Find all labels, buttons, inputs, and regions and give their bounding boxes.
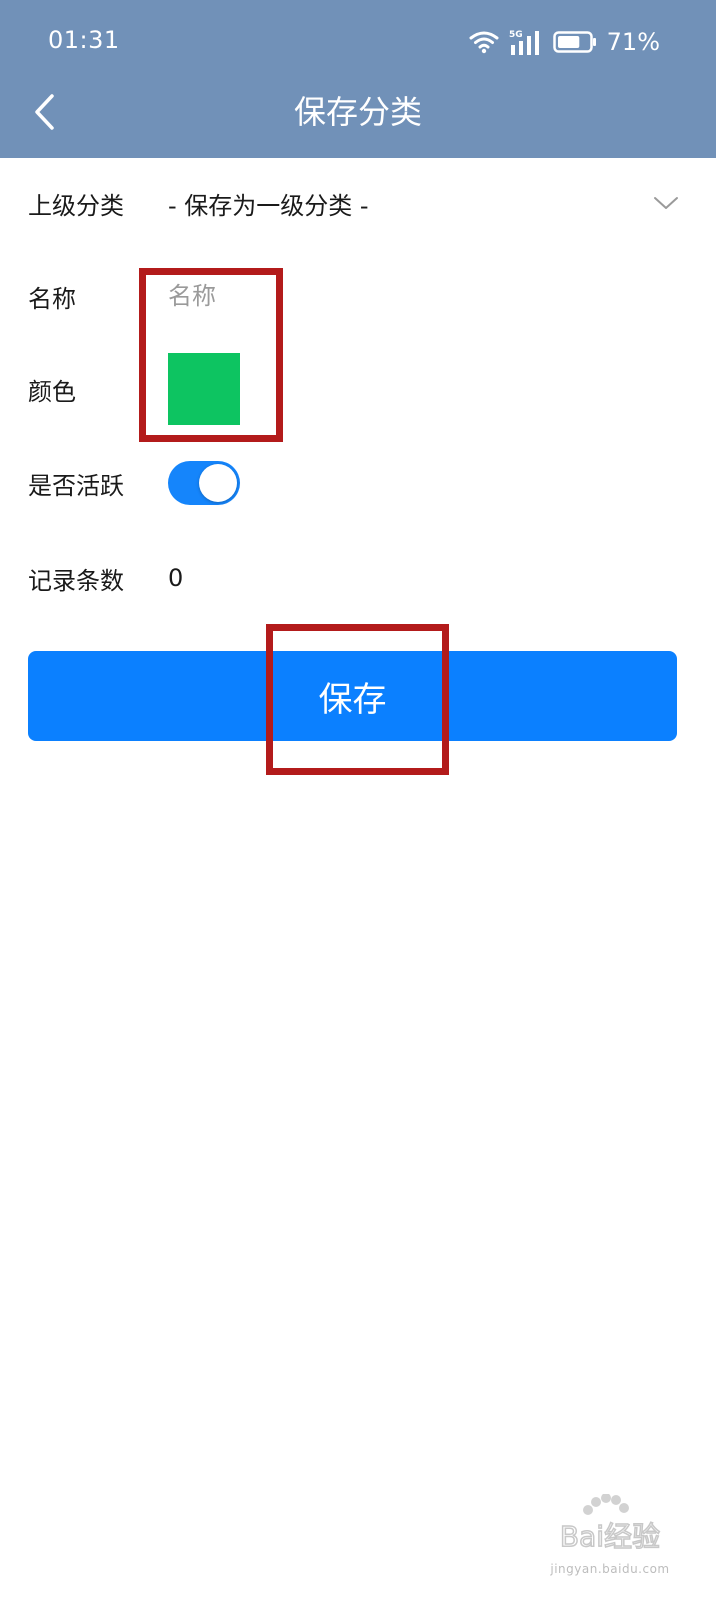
status-time: 01:31 — [48, 26, 120, 54]
active-label: 是否活跃 — [28, 471, 124, 500]
active-toggle[interactable] — [168, 461, 240, 505]
battery-percent: 71% — [606, 28, 660, 56]
record-count-label: 记录条数 — [28, 566, 124, 595]
svg-text:Bai经验: Bai经验 — [560, 1520, 660, 1553]
toggle-knob — [199, 464, 237, 502]
name-input[interactable] — [168, 282, 368, 310]
name-label: 名称 — [28, 284, 76, 313]
parent-category-label: 上级分类 — [28, 191, 124, 220]
parent-category-select[interactable]: 上级分类 - 保存为一级分类 - — [28, 173, 688, 233]
color-row: 颜色 — [28, 353, 688, 425]
save-category-screen: 01:31 5G 71% 保存分类 上级分类 - 保存为一级分类 - 名称 名称… — [0, 0, 716, 1600]
title-bar: 01:31 5G 71% 保存分类 — [0, 0, 716, 158]
save-button[interactable]: 保存 — [28, 651, 677, 741]
active-row: 是否活跃 — [28, 455, 688, 511]
color-label: 颜色 — [28, 377, 76, 406]
page-title: 保存分类 — [293, 93, 422, 131]
baidu-jingyan-watermark: Bai经验 — [559, 1494, 661, 1554]
chevron-down-icon — [654, 197, 678, 209]
wifi-icon — [469, 31, 499, 54]
battery-icon — [552, 31, 596, 53]
record-count-value: 0 — [168, 564, 184, 592]
status-icons: 5G 71% — [469, 26, 660, 58]
svg-text:5G: 5G — [509, 30, 523, 40]
color-swatch[interactable] — [168, 353, 240, 425]
parent-category-value: - 保存为一级分类 - — [168, 191, 369, 220]
watermark-url: jingyan.baidu.com — [550, 1562, 670, 1576]
record-count-row: 记录条数 0 — [28, 548, 688, 608]
signal-5g-icon: 5G — [509, 30, 539, 55]
name-row: 名称 — [28, 266, 688, 326]
